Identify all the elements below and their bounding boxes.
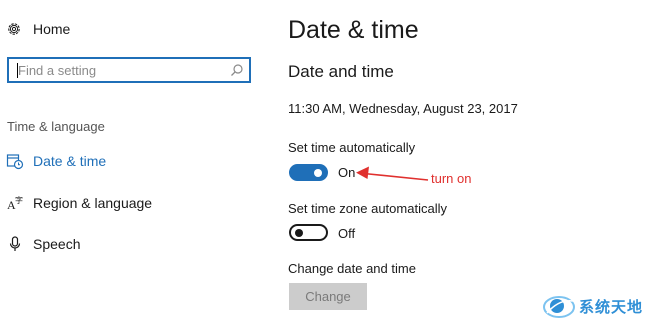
watermark-globe-icon xyxy=(543,296,575,318)
watermark-text: 系统天地 xyxy=(579,298,644,316)
settings-window: Home Time & language Da xyxy=(0,0,650,327)
annotation-arrow xyxy=(356,166,429,181)
annotation-text: turn on xyxy=(431,171,472,186)
watermark-logo: 系统天地 xyxy=(542,291,643,321)
